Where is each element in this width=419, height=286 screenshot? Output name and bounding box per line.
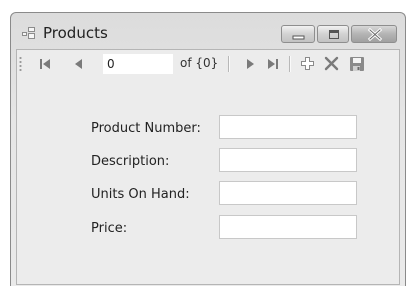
description-field[interactable] bbox=[219, 148, 357, 172]
count-label: of {0} bbox=[180, 56, 219, 70]
app-icon bbox=[22, 27, 35, 39]
move-first-icon bbox=[40, 59, 50, 69]
units-on-hand-label: Units On Hand: bbox=[91, 187, 190, 202]
maximize-icon bbox=[329, 30, 339, 39]
toolbar-grip[interactable] bbox=[19, 56, 22, 72]
window-title: Products bbox=[43, 24, 108, 42]
save-icon bbox=[350, 57, 364, 71]
close-button[interactable] bbox=[351, 25, 397, 43]
move-first-button[interactable] bbox=[37, 55, 53, 73]
move-last-icon bbox=[268, 59, 278, 69]
move-previous-icon bbox=[75, 59, 82, 69]
delete-button[interactable] bbox=[323, 55, 339, 73]
add-new-button[interactable] bbox=[299, 55, 315, 73]
move-previous-button[interactable] bbox=[71, 55, 87, 73]
save-button[interactable] bbox=[348, 55, 364, 73]
products-window: Products 0 of {0} Product Number: Descri… bbox=[10, 12, 406, 286]
description-label: Description: bbox=[91, 154, 170, 169]
title-bar[interactable]: Products bbox=[11, 13, 405, 49]
move-next-button[interactable] bbox=[242, 55, 258, 73]
move-last-button[interactable] bbox=[265, 55, 281, 73]
move-next-icon bbox=[247, 59, 254, 69]
product-number-field[interactable] bbox=[219, 115, 357, 139]
add-new-icon bbox=[301, 57, 314, 70]
binding-navigator: of {0} bbox=[17, 50, 399, 78]
maximize-button[interactable] bbox=[317, 25, 349, 43]
position-input[interactable] bbox=[103, 54, 173, 74]
minimize-icon bbox=[292, 35, 305, 40]
product-number-label: Product Number: bbox=[91, 121, 201, 136]
price-label: Price: bbox=[91, 221, 128, 236]
close-icon bbox=[367, 27, 383, 42]
form-client-area: of {0} bbox=[16, 49, 400, 285]
price-field[interactable] bbox=[219, 215, 357, 239]
units-on-hand-field[interactable] bbox=[219, 181, 357, 205]
minimize-button[interactable] bbox=[281, 25, 315, 43]
delete-icon bbox=[324, 56, 339, 71]
toolbar-separator bbox=[228, 56, 229, 72]
toolbar-separator bbox=[289, 56, 290, 72]
